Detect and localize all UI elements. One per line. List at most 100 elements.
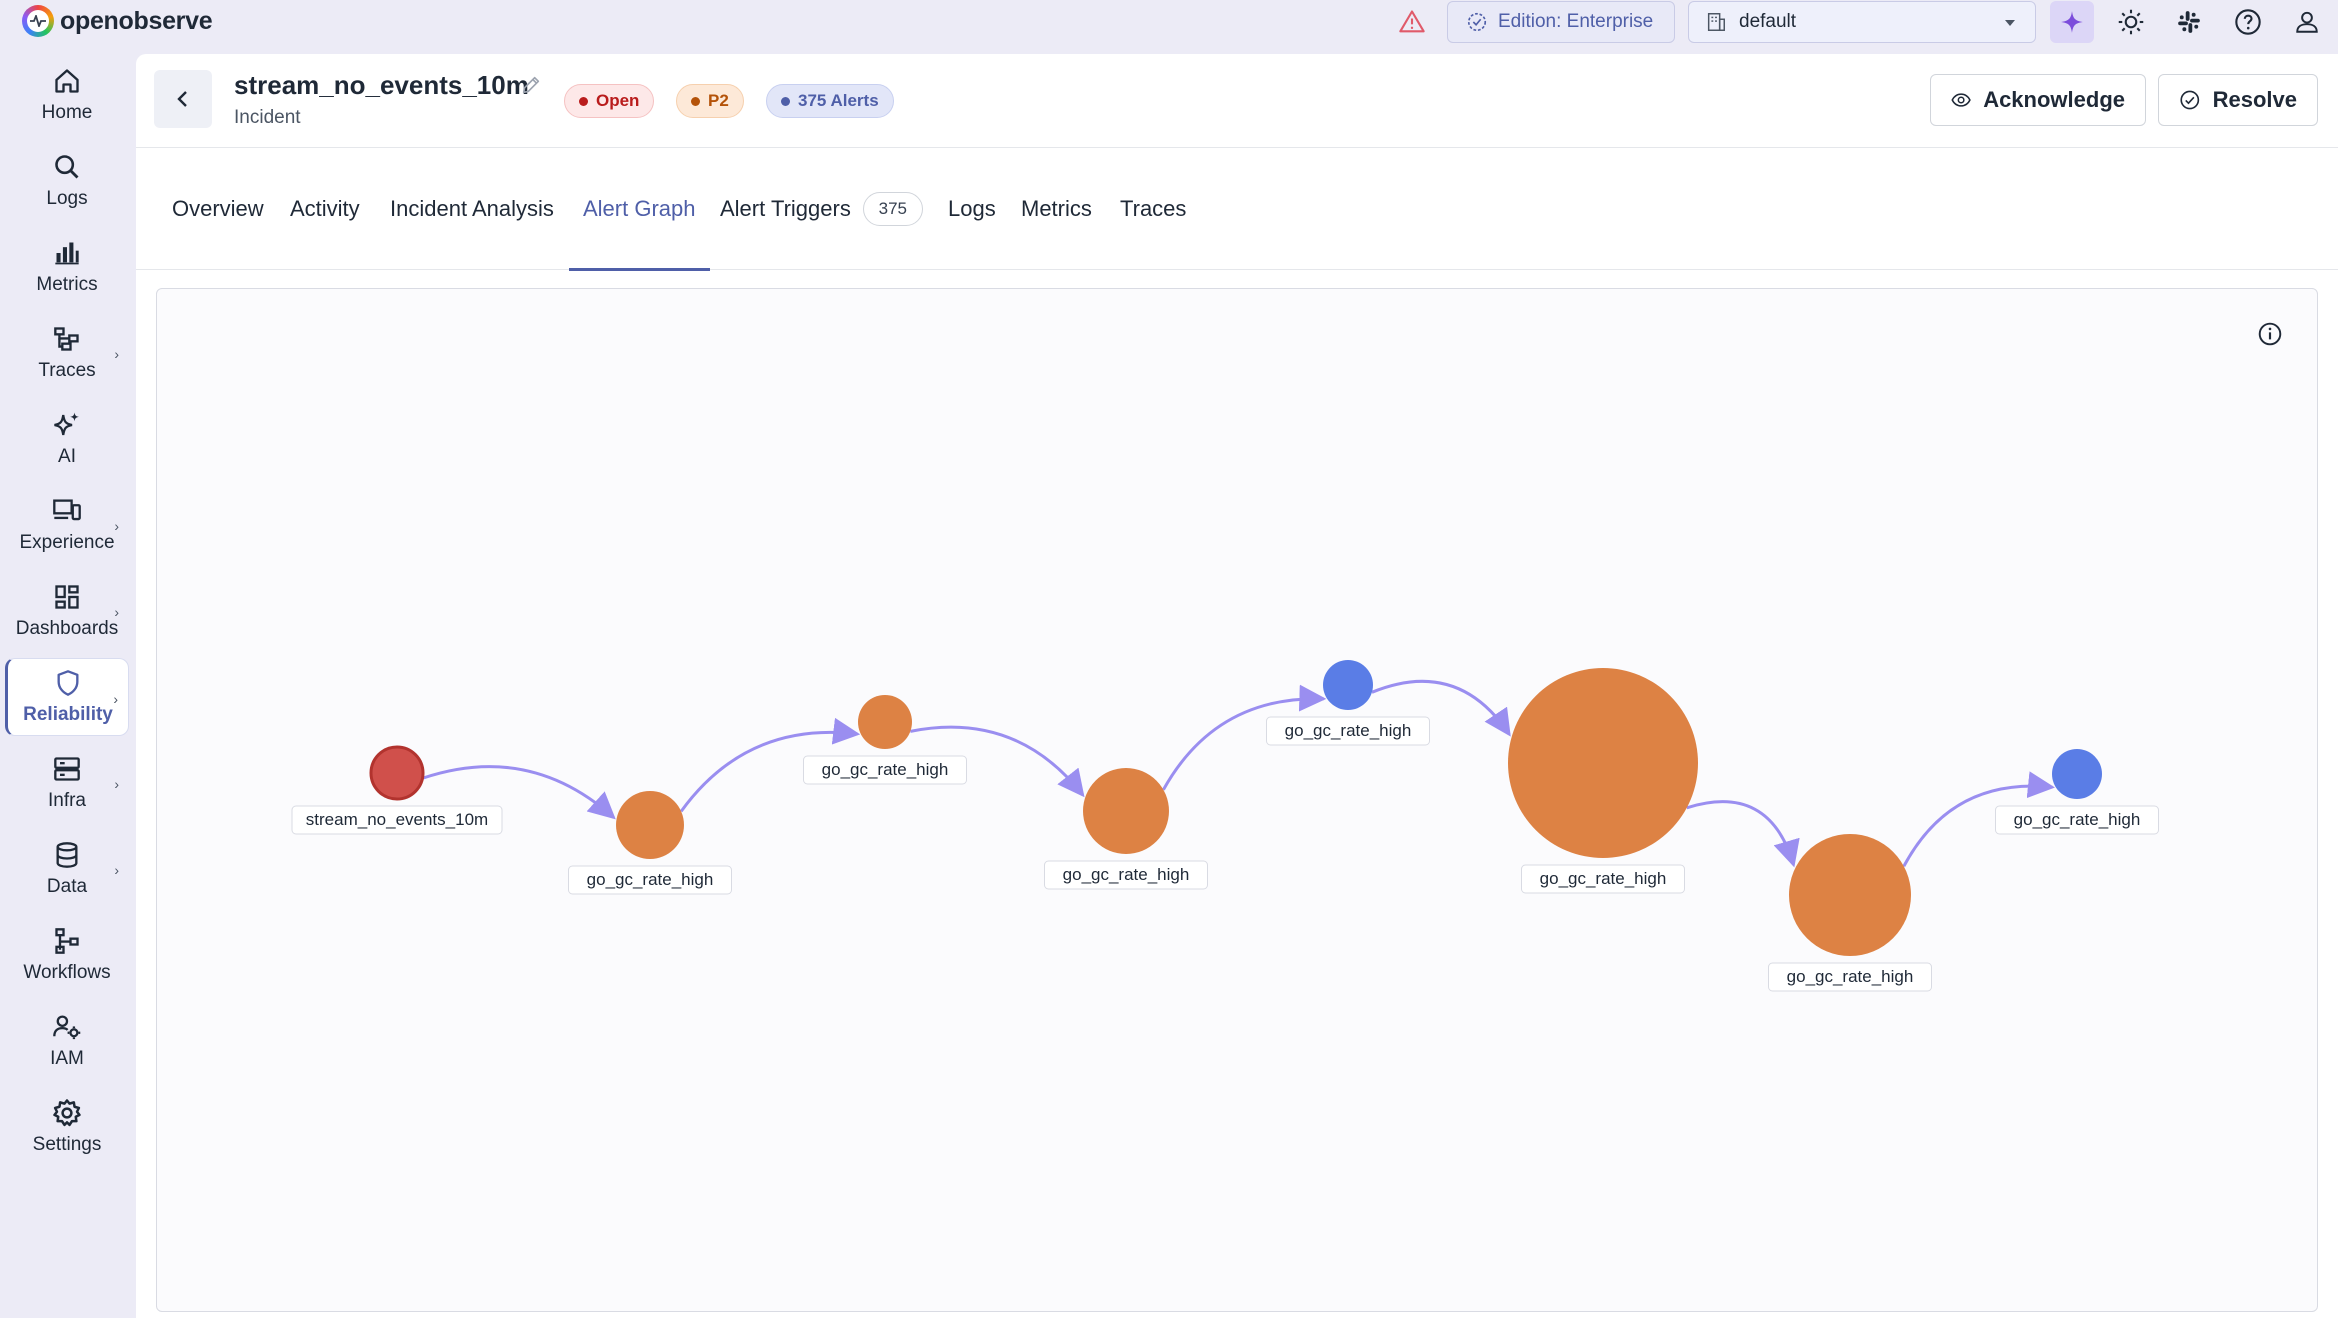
chevron-right-icon: › xyxy=(114,862,119,878)
graph-node[interactable]: go_gc_rate_high xyxy=(1266,660,1430,746)
pencil-icon xyxy=(522,76,540,94)
user-menu-button[interactable] xyxy=(2292,7,2322,37)
server-icon xyxy=(52,754,82,784)
graph-node-label: go_gc_rate_high xyxy=(1063,865,1190,884)
tab-traces[interactable]: Traces xyxy=(1106,148,1200,270)
org-select[interactable]: default xyxy=(1688,1,2036,43)
sidebar-item-infra[interactable]: Infra › xyxy=(5,744,129,822)
graph-node-label: go_gc_rate_high xyxy=(1540,869,1667,888)
check-circle-icon xyxy=(2180,90,2200,110)
incident-tabs: Overview Activity Incident Analysis Aler… xyxy=(136,148,2338,271)
home-icon xyxy=(52,66,82,96)
sidebar-item-home[interactable]: Home xyxy=(5,56,129,134)
slack-button[interactable] xyxy=(2174,7,2204,37)
chevron-right-icon: › xyxy=(114,776,119,792)
graph-node-circle[interactable] xyxy=(1789,834,1911,956)
slack-icon xyxy=(2178,11,2200,33)
main-panel: stream_no_events_10m Incident Open P2 37… xyxy=(136,54,2338,1318)
graph-node[interactable]: go_gc_rate_high xyxy=(568,791,732,895)
theme-toggle-button[interactable] xyxy=(2116,7,2146,37)
sidebar-item-experience[interactable]: Experience › xyxy=(5,486,129,564)
incident-title: stream_no_events_10m xyxy=(234,70,529,100)
sidebar-item-logs[interactable]: Logs xyxy=(5,142,129,220)
sidebar-item-reliability[interactable]: Reliability › xyxy=(5,658,129,736)
users-gear-icon xyxy=(52,1012,82,1042)
graph-node-circle[interactable] xyxy=(1508,668,1698,858)
tab-logs[interactable]: Logs xyxy=(934,148,1010,270)
sidebar-item-ai[interactable]: AI xyxy=(5,400,129,478)
alerts-count-badge: 375 Alerts xyxy=(766,84,894,118)
sidebar-item-dashboards[interactable]: Dashboards › xyxy=(5,572,129,650)
tab-alert-graph[interactable]: Alert Graph xyxy=(569,148,710,271)
acknowledge-button[interactable]: Acknowledge xyxy=(1930,74,2146,126)
tab-incident-analysis[interactable]: Incident Analysis xyxy=(376,148,568,270)
sun-icon xyxy=(2118,9,2144,35)
back-button[interactable] xyxy=(154,70,212,128)
graph-node[interactable]: stream_no_events_10m xyxy=(291,745,503,835)
graph-node-label: go_gc_rate_high xyxy=(587,870,714,889)
edit-title-button[interactable] xyxy=(520,74,542,101)
ai-sparkle-icon xyxy=(2061,11,2083,33)
priority-badge: P2 xyxy=(676,84,744,118)
sidebar: Home Logs Metrics Traces › AI Experience… xyxy=(0,52,134,1318)
chevron-right-icon: › xyxy=(113,691,118,707)
search-icon xyxy=(52,152,82,182)
help-button[interactable] xyxy=(2233,7,2263,37)
logo-icon xyxy=(22,5,54,37)
graph-node-circle[interactable] xyxy=(1323,660,1373,710)
sparkle-icon xyxy=(52,410,82,440)
sidebar-item-iam[interactable]: IAM xyxy=(5,1002,129,1080)
top-bar: openobserve Edition: Enterprise default xyxy=(0,0,2338,52)
chevron-down-icon xyxy=(2005,20,2015,26)
chevron-right-icon: › xyxy=(114,346,119,362)
graph-node[interactable]: go_gc_rate_high xyxy=(803,695,967,785)
alert-graph: stream_no_events_10m go_gc_rate_high go_gc… xyxy=(291,660,2159,992)
graph-node-label: go_gc_rate_high xyxy=(822,760,949,779)
sidebar-item-metrics[interactable]: Metrics xyxy=(5,228,129,306)
graph-node-circle[interactable] xyxy=(2052,749,2102,799)
sidebar-item-workflows[interactable]: Workflows xyxy=(5,916,129,994)
incident-header: stream_no_events_10m Incident Open P2 37… xyxy=(136,54,2338,148)
tab-alert-triggers[interactable]: Alert Triggers 375 xyxy=(706,148,937,270)
graph-node-circle[interactable] xyxy=(616,791,684,859)
ai-assistant-button[interactable] xyxy=(2050,1,2094,43)
building-icon xyxy=(1707,13,1725,31)
alert-graph-canvas[interactable]: stream_no_events_10m go_gc_rate_high go_gc… xyxy=(156,288,2318,1312)
shield-icon xyxy=(53,668,83,698)
gear-icon xyxy=(52,1098,82,1128)
bar-chart-icon xyxy=(52,238,82,268)
graph-node-circle[interactable] xyxy=(858,695,912,749)
chevron-right-icon: › xyxy=(114,604,119,620)
sidebar-item-data[interactable]: Data › xyxy=(5,830,129,908)
graph-node[interactable]: go_gc_rate_high xyxy=(1995,749,2159,835)
traces-icon xyxy=(52,324,82,354)
tab-activity[interactable]: Activity xyxy=(276,148,374,270)
graph-node-label: stream_no_events_10m xyxy=(306,810,488,829)
status-badge: Open xyxy=(564,84,655,118)
sidebar-item-traces[interactable]: Traces › xyxy=(5,314,129,392)
app-logo[interactable]: openobserve xyxy=(22,4,213,38)
logo-text: openobserve xyxy=(60,6,213,35)
org-select-value: default xyxy=(1739,11,1797,32)
warning-icon[interactable] xyxy=(1398,8,1426,36)
workflow-icon xyxy=(52,926,82,956)
alert-triggers-count: 375 xyxy=(862,192,923,226)
edition-icon xyxy=(1467,12,1487,32)
edition-button[interactable]: Edition: Enterprise xyxy=(1447,1,1675,43)
graph-node-label: go_gc_rate_high xyxy=(1285,721,1412,740)
help-icon xyxy=(2235,9,2261,35)
graph-node-circle[interactable] xyxy=(369,745,425,801)
graph-node[interactable]: go_gc_rate_high xyxy=(1044,768,1208,890)
sidebar-item-settings[interactable]: Settings xyxy=(5,1088,129,1166)
resolve-button[interactable]: Resolve xyxy=(2158,74,2318,126)
tab-metrics[interactable]: Metrics xyxy=(1007,148,1106,270)
tab-overview[interactable]: Overview xyxy=(158,148,278,270)
edition-label: Edition: Enterprise xyxy=(1498,11,1654,32)
graph-node-circle[interactable] xyxy=(1083,768,1169,854)
user-icon xyxy=(2296,11,2318,33)
graph-node-label: go_gc_rate_high xyxy=(2014,810,2141,829)
database-icon xyxy=(52,840,82,870)
chevron-left-icon xyxy=(177,91,187,107)
chevron-right-icon: › xyxy=(114,518,119,534)
graph-node[interactable]: go_gc_rate_high xyxy=(1508,668,1698,894)
